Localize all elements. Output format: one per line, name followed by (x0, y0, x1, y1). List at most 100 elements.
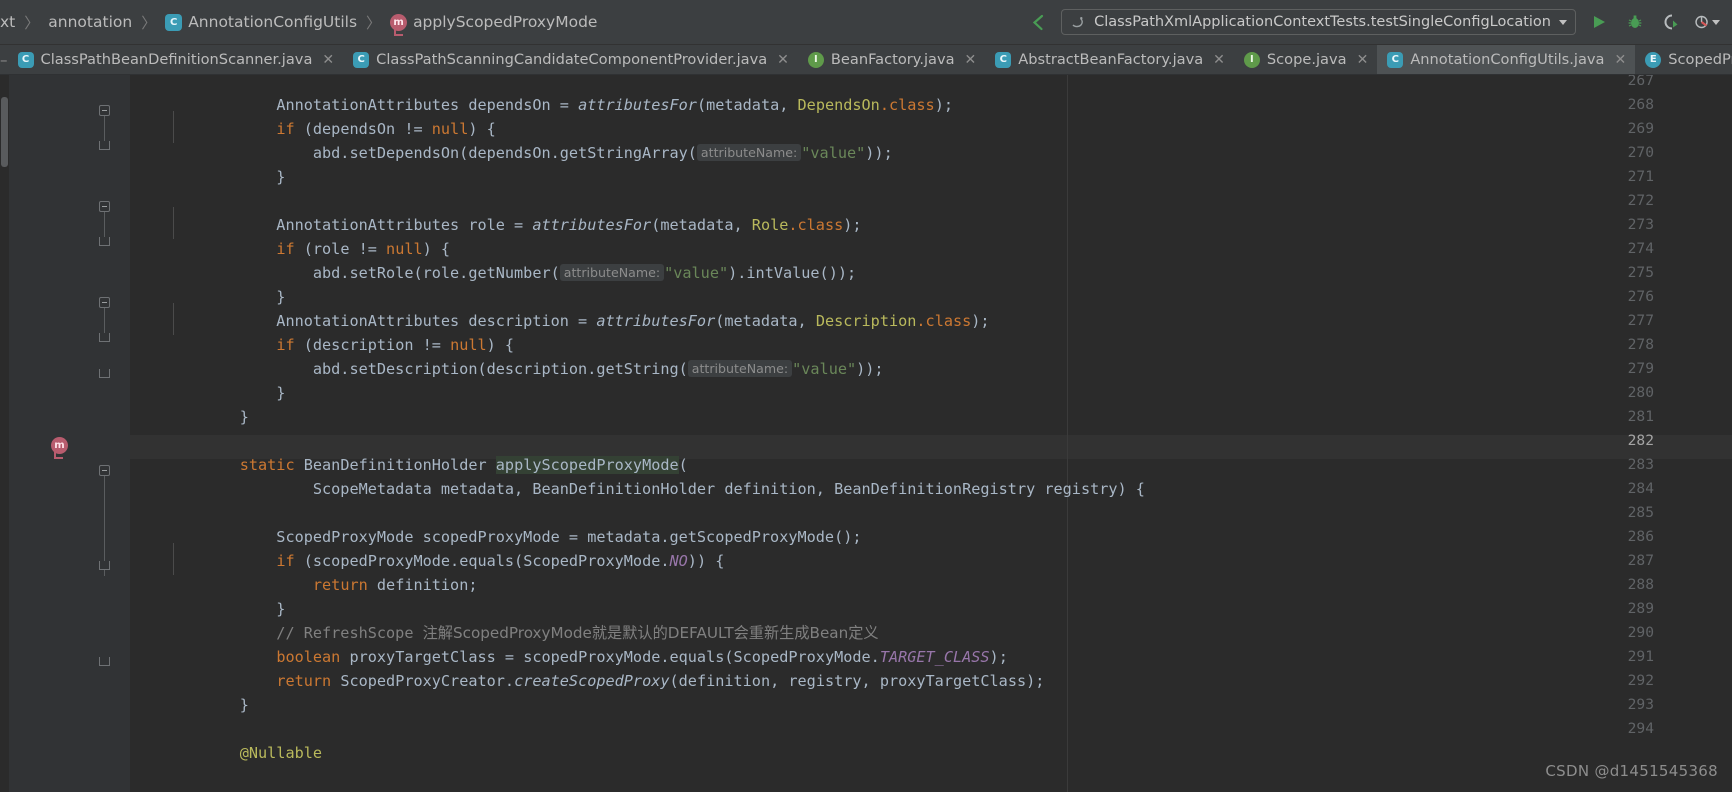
fold-region-end-icon[interactable] (99, 657, 110, 666)
java-class-icon: C (17, 51, 34, 68)
toolbar: xt 〉 annotation 〉 C AnnotationConfigUtil… (0, 0, 1732, 45)
code-line-279: } (203, 384, 286, 402)
code-content[interactable]: AnnotationAttributes dependsOn = attribu… (130, 75, 1732, 792)
code-line-274: abd.setRole(role.getNumber(attributeName… (203, 264, 857, 282)
tab-beanfactory[interactable]: I BeanFactory.java ✕ (798, 45, 985, 74)
breadcrumb: xt 〉 annotation 〉 C AnnotationConfigUtil… (0, 0, 599, 45)
breadcrumb-item-0[interactable]: xt (0, 13, 17, 31)
tab-label: AnnotationConfigUtils.java (1410, 51, 1605, 68)
java-interface-icon: I (807, 51, 824, 68)
tab-list-scroll-left-icon[interactable]: – (0, 45, 8, 74)
code-line-270: } (203, 168, 286, 186)
code-editor[interactable]: 267 268 269 270 271 272 273 274 275 276 277 278 279 2… (0, 75, 1732, 792)
tab-label: Scope.java (1266, 51, 1347, 68)
fold-region-line (104, 308, 105, 333)
close-icon[interactable]: ✕ (322, 52, 334, 68)
fold-collapse-icon[interactable] (99, 201, 110, 212)
breadcrumb-separator: 〉 (24, 13, 40, 32)
tab-label: BeanFactory.java (830, 51, 955, 68)
fold-region-end-icon[interactable] (99, 333, 110, 342)
debug-button[interactable] (1622, 9, 1648, 35)
fold-region-end-icon[interactable] (99, 141, 110, 150)
code-line-283: ScopeMetadata metadata, BeanDefinitionHo… (203, 480, 1145, 498)
code-line-288: } (203, 600, 286, 618)
tab-abstractbeanfactory[interactable]: C AbstractBeanFactory.java ✕ (985, 45, 1234, 74)
code-line-272: AnnotationAttributes role = attributesFo… (203, 216, 862, 234)
java-enum-icon: E (1645, 51, 1662, 68)
code-line-292: } (203, 696, 249, 714)
breadcrumb-separator: 〉 (366, 13, 382, 32)
editor-tab-bar: – C ClassPathBeanDefinitionScanner.java … (0, 45, 1732, 75)
run-button[interactable] (1586, 9, 1612, 35)
java-class-icon: C (1387, 51, 1404, 68)
close-icon[interactable]: ✕ (777, 52, 789, 68)
parameter-hint: attributeName: (696, 144, 802, 161)
tab-label: ClassPathBeanDefinitionScanner.java (40, 51, 313, 68)
scrollbar-thumb[interactable] (1, 97, 8, 167)
breadcrumb-label: AnnotationConfigUtils (188, 13, 358, 31)
code-line-290: boolean proxyTargetClass = scopedProxyMo… (276, 648, 1008, 666)
breadcrumb-item-annotationconfigutils[interactable]: C AnnotationConfigUtils (163, 13, 359, 31)
parameter-hint: attributeName: (559, 264, 665, 281)
fold-collapse-icon[interactable] (99, 465, 110, 476)
tab-classpathscanningcandidatecomponentprovider[interactable]: C ClassPathScanningCandidateComponentPro… (343, 45, 798, 74)
tab-label: AbstractBeanFactory.java (1018, 51, 1204, 68)
profiler-button[interactable] (1694, 9, 1720, 35)
chevron-down-icon[interactable] (1559, 19, 1567, 25)
fold-region-line (104, 212, 105, 237)
fold-collapse-icon[interactable] (99, 105, 110, 116)
tab-classpathbeandefinitionscanner[interactable]: C ClassPathBeanDefinitionScanner.java ✕ (8, 45, 344, 74)
back-arrow-icon[interactable] (1025, 9, 1051, 35)
breadcrumb-item-applyscopedproxymode[interactable]: m applyScopedProxyMode (388, 13, 599, 36)
editor-gutter[interactable] (9, 75, 130, 792)
breadcrumb-separator: 〉 (141, 13, 157, 32)
method-icon: m (390, 13, 408, 36)
run-with-coverage-button[interactable] (1658, 9, 1684, 35)
parameter-hint: attributeName: (687, 360, 793, 377)
breadcrumb-label: applyScopedProxyMode (413, 13, 598, 31)
close-icon[interactable]: ✕ (1357, 52, 1369, 68)
tab-annotationconfigutils[interactable]: C AnnotationConfigUtils.java ✕ (1377, 45, 1636, 74)
breadcrumb-label: annotation (48, 13, 133, 31)
code-line-273: if (role != null) { (276, 240, 451, 258)
java-class-icon: C (353, 51, 370, 68)
idea-window: xt 〉 annotation 〉 C AnnotationConfigUtil… (0, 0, 1732, 792)
breadcrumb-item-annotation[interactable]: annotation (46, 13, 134, 31)
code-line-287: return definition; (312, 576, 478, 594)
tab-scopedproxy[interactable]: E ScopedPr (1635, 45, 1732, 74)
code-line-275: } (203, 288, 286, 306)
fold-region-end-icon[interactable] (99, 237, 110, 246)
breadcrumb-label: xt (0, 13, 16, 31)
class-icon: C (165, 13, 183, 31)
close-icon[interactable]: ✕ (1213, 52, 1225, 68)
fold-collapse-icon[interactable] (99, 297, 110, 308)
editor-scrollbar[interactable] (0, 75, 9, 792)
spring-icon (1070, 14, 1086, 30)
tab-label: ScopedPr (1668, 51, 1732, 68)
tab-scope[interactable]: I Scope.java ✕ (1234, 45, 1377, 74)
java-interface-icon: I (1243, 51, 1260, 68)
run-configuration-selector[interactable]: ClassPathXmlApplicationContextTests.test… (1061, 9, 1576, 35)
code-line-268: if (dependsOn != null) { (276, 120, 496, 138)
code-line-289: // RefreshScope 注解ScopedProxyMode就是默认的DE… (203, 624, 879, 642)
fold-region-end-icon[interactable] (99, 561, 110, 570)
run-configuration-label: ClassPathXmlApplicationContextTests.test… (1094, 14, 1551, 30)
chevron-down-icon[interactable] (1712, 19, 1720, 25)
fold-region-end-icon[interactable] (99, 369, 110, 378)
code-line-269: abd.setDependsOn(dependsOn.getStringArra… (203, 144, 893, 162)
code-line-278: abd.setDescription(description.getString… (203, 360, 884, 378)
close-icon[interactable]: ✕ (1615, 52, 1627, 68)
code-line-286: if (scopedProxyMode.equals(ScopedProxyMo… (276, 552, 725, 570)
code-line-282: static BeanDefinitionHolder applyScopedP… (239, 456, 688, 474)
java-class-icon: C (995, 51, 1012, 68)
watermark: CSDN @d1451545368 (1545, 762, 1718, 780)
overriding-method-icon[interactable]: m (51, 437, 68, 459)
code-line-267: AnnotationAttributes dependsOn = attribu… (276, 96, 953, 114)
code-line-291: return ScopedProxyCreator.createScopedPr… (276, 672, 1045, 690)
close-icon[interactable]: ✕ (965, 52, 977, 68)
code-line-276: AnnotationAttributes description = attri… (203, 312, 990, 330)
